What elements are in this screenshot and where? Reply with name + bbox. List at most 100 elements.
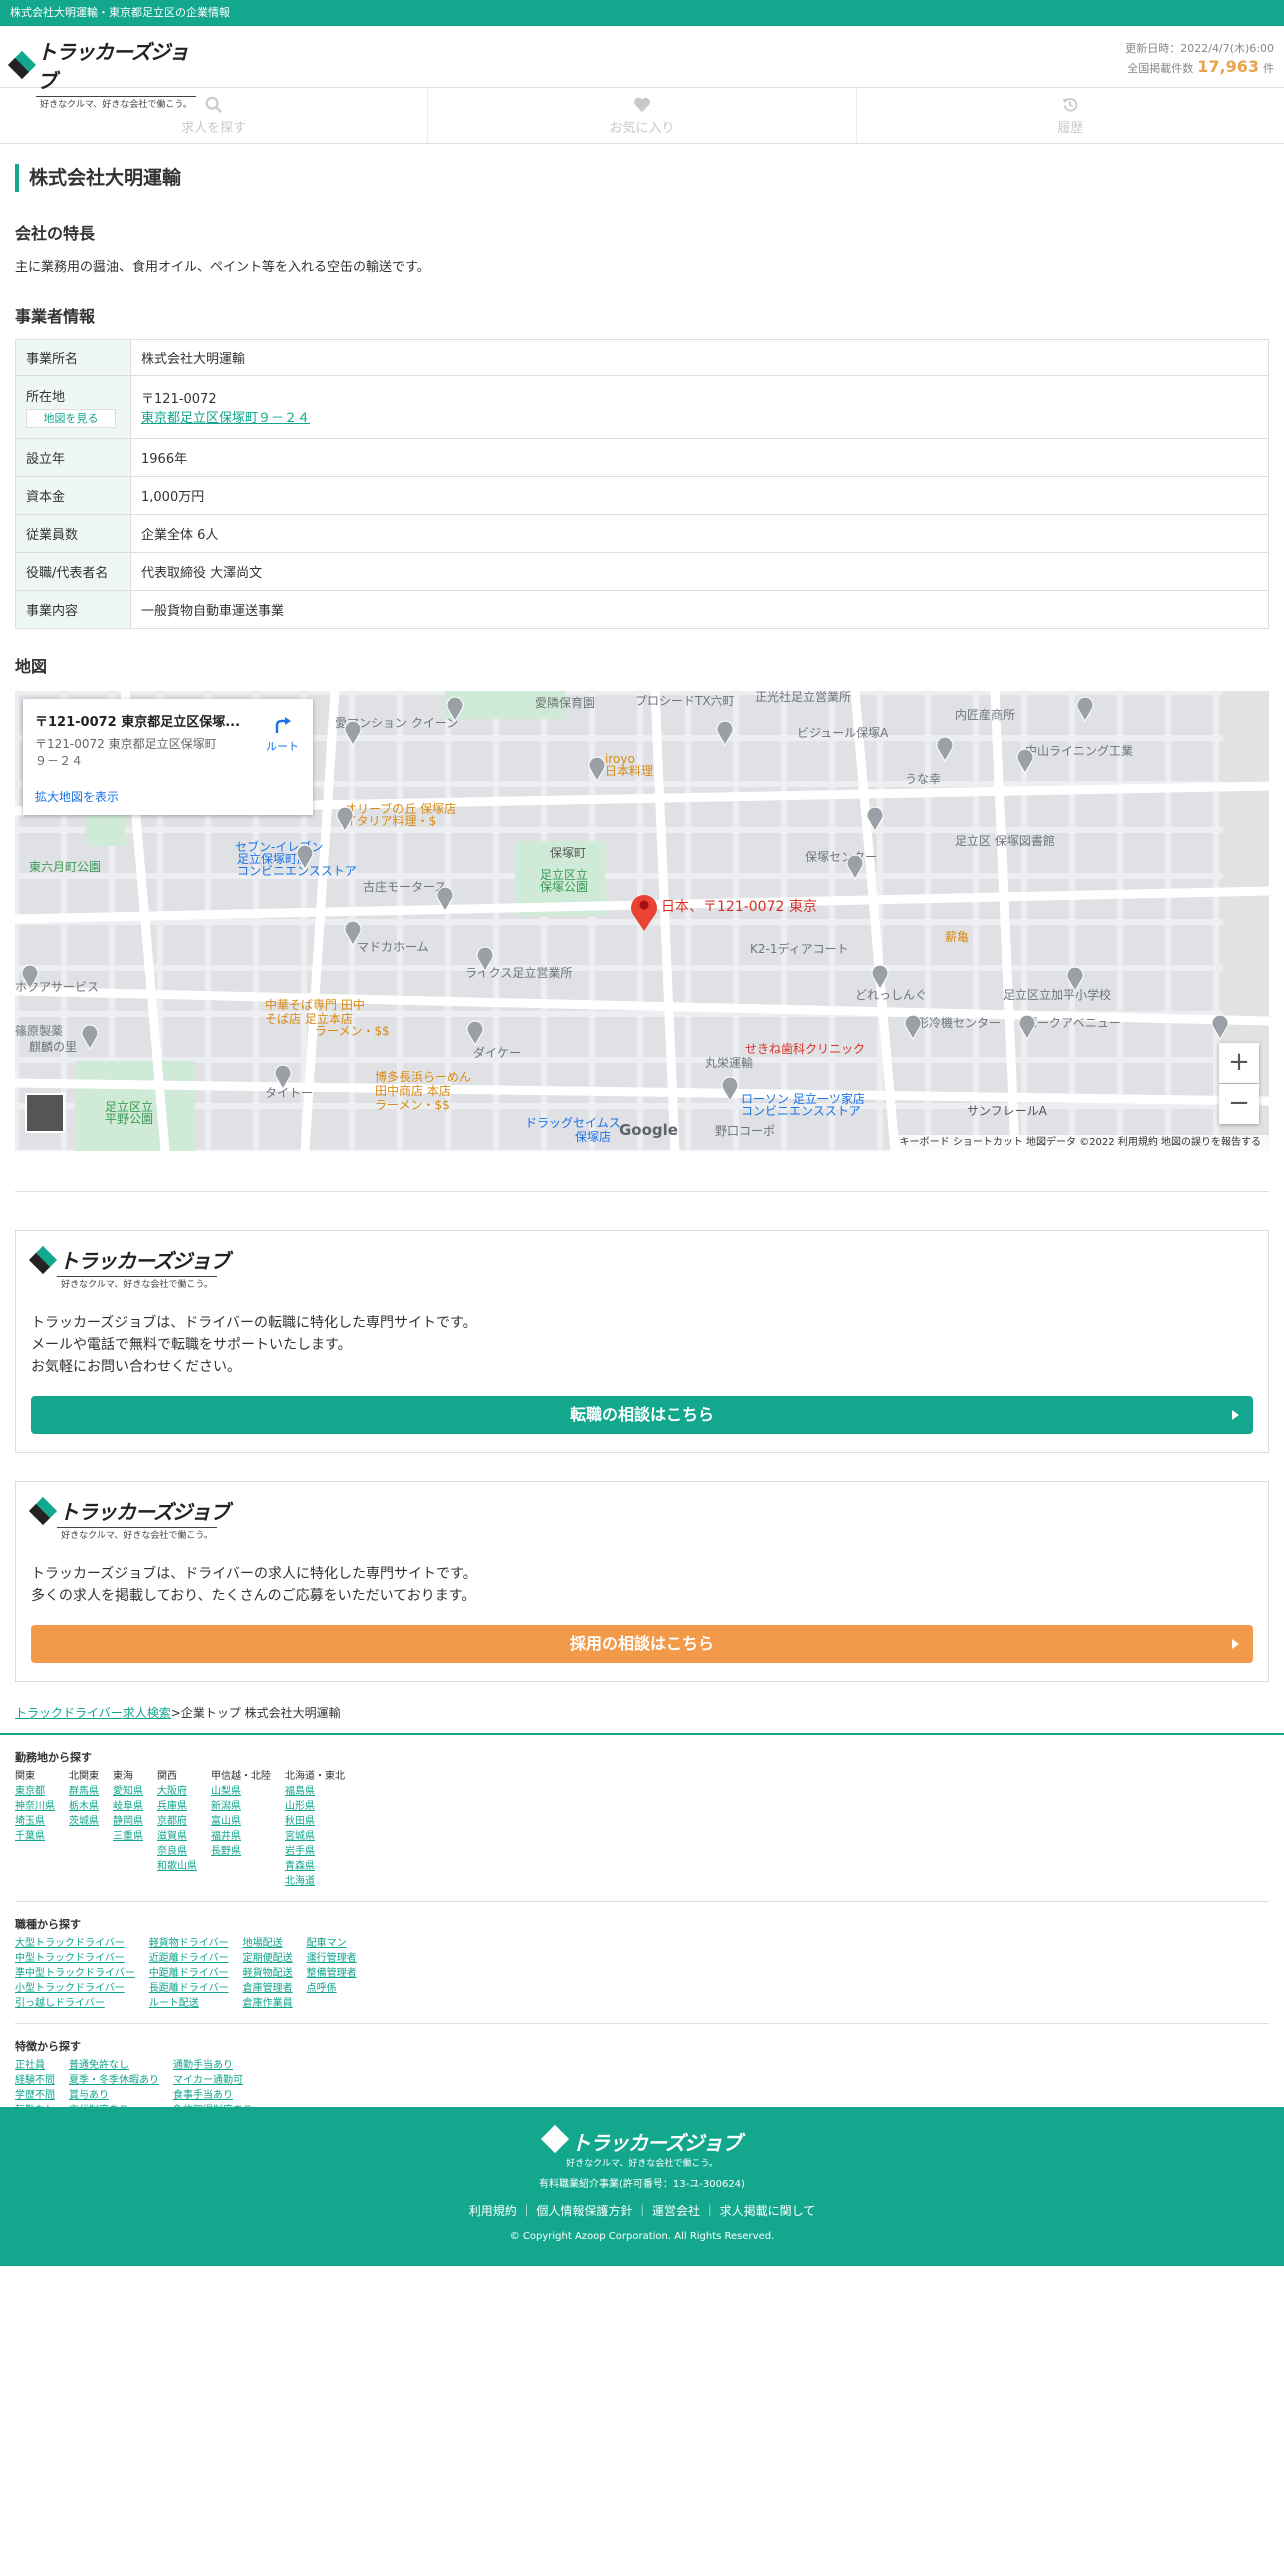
- feature-link[interactable]: マイカー通勤可: [173, 2073, 253, 2088]
- feature-link[interactable]: 学歴不問: [15, 2088, 55, 2103]
- job-link[interactable]: ルート配送: [149, 1996, 229, 2011]
- area-link[interactable]: 大阪府: [157, 1784, 197, 1799]
- area-link[interactable]: 宮城県: [285, 1829, 345, 1844]
- footer-link-posting[interactable]: 求人掲載に関して: [720, 2204, 816, 2218]
- map-route-button[interactable]: ルート: [266, 715, 299, 754]
- job-link[interactable]: 長距離ドライバー: [149, 1981, 229, 1996]
- embedded-map[interactable]: 愛隣保育園 プロシードTX六町 正光社足立営業所 内匠産商所 ビジュール保塚A 中山ライニ…: [15, 691, 1269, 1151]
- map-place-label: 丸栄運輸: [705, 1055, 753, 1070]
- info-row: 従業員数 企業全体 6人: [15, 514, 1269, 553]
- area-link[interactable]: 兵庫県: [157, 1799, 197, 1814]
- cta-recruit: トラッカーズジョブ 好きなクルマ、好きな会社で働こう。 トラッカーズジョブは、ド…: [15, 1481, 1269, 1682]
- job-link[interactable]: 倉庫管理者: [243, 1981, 293, 1996]
- top-bar-text: 株式会社大明運輸・東京都足立区の企業情報: [10, 6, 230, 19]
- feature-link[interactable]: 賞与あり: [69, 2088, 159, 2103]
- postal-code: 〒121-0072: [141, 392, 217, 407]
- area-link[interactable]: 和歌山県: [157, 1859, 197, 1874]
- feature-link[interactable]: 夏季・冬季休暇あり: [69, 2073, 159, 2088]
- site-header: トラッカーズジョブ 好きなクルマ、好きな会社で働こう。 更新日時：2022/4/…: [0, 26, 1284, 110]
- footer-link-privacy[interactable]: 個人情報保護方針: [536, 2204, 632, 2218]
- nav-history[interactable]: 履歴: [857, 88, 1284, 143]
- job-link[interactable]: 点呼係: [307, 1981, 357, 1996]
- area-link[interactable]: 岩手県: [285, 1844, 345, 1859]
- area-link[interactable]: 長野県: [211, 1844, 271, 1859]
- info-row: 事業内容 一般貨物自動車運送事業: [15, 590, 1269, 629]
- map-block: [355, 741, 397, 781]
- job-link[interactable]: 倉庫作業員: [243, 1996, 293, 2011]
- job-change-consult-button[interactable]: 転職の相談はこちら: [31, 1396, 1253, 1434]
- job-link[interactable]: 地場配送: [243, 1936, 293, 1951]
- map-block: [163, 1017, 205, 1057]
- feature-link[interactable]: 通勤手当あり: [173, 2058, 253, 2073]
- area-link[interactable]: 愛知県: [113, 1784, 143, 1799]
- site-logo[interactable]: トラッカーズジョブ 好きなクルマ、好きな会社で働こう。: [7, 36, 200, 110]
- feature-link[interactable]: 食事手当あり: [173, 2088, 253, 2103]
- area-region-label: 北関東: [69, 1771, 99, 1782]
- area-link[interactable]: 青森県: [285, 1859, 345, 1874]
- area-link[interactable]: 新潟県: [211, 1799, 271, 1814]
- job-link[interactable]: 軽貨物ドライバー: [149, 1936, 229, 1951]
- job-link[interactable]: 小型トラックドライバー: [15, 1981, 135, 1996]
- map-place-label: サンフレールA: [967, 1104, 1048, 1118]
- area-link[interactable]: 京都府: [157, 1814, 197, 1829]
- feature-link[interactable]: 正社員: [15, 2058, 55, 2073]
- job-link[interactable]: 運行管理者: [307, 1951, 357, 1966]
- info-value: 1,000万円: [130, 476, 1269, 515]
- area-link[interactable]: 千葉県: [15, 1829, 55, 1844]
- footer-link-company[interactable]: 運営会社: [652, 2204, 700, 2218]
- view-map-button[interactable]: 地図を見る: [26, 409, 116, 428]
- map-zoom-out-button[interactable]: −: [1219, 1084, 1259, 1124]
- area-link[interactable]: 山形県: [285, 1799, 345, 1814]
- area-link[interactable]: 東京都: [15, 1784, 55, 1799]
- map-place-label: マドカホーム: [357, 940, 429, 954]
- area-link[interactable]: 秋田県: [285, 1814, 345, 1829]
- features-heading: 会社の特長: [15, 224, 96, 243]
- area-search-title: 勤務地から探す: [15, 1751, 92, 1764]
- job-link[interactable]: 中型トラックドライバー: [15, 1951, 135, 1966]
- area-link[interactable]: 茨城県: [69, 1814, 99, 1829]
- footer-logo[interactable]: トラッカーズジョブ: [0, 2124, 1284, 2156]
- map-type-toggle[interactable]: [25, 1093, 65, 1133]
- area-link[interactable]: 群馬県: [69, 1784, 99, 1799]
- map-zoom-in-button[interactable]: +: [1219, 1043, 1259, 1083]
- area-link[interactable]: 栃木県: [69, 1799, 99, 1814]
- company-name: 株式会社大明運輸: [15, 164, 1269, 192]
- footer-link-terms[interactable]: 利用規約: [469, 2204, 517, 2218]
- job-link[interactable]: 整備管理者: [307, 1966, 357, 1981]
- job-link[interactable]: 軽貨物配送: [243, 1966, 293, 1981]
- footer-license: 有料職業紹介事業(許可番号：13-ユ-300624): [539, 2179, 745, 2190]
- area-link[interactable]: 静岡県: [113, 1814, 143, 1829]
- nav-favorites[interactable]: お気に入り: [428, 88, 857, 143]
- recruit-consult-button[interactable]: 採用の相談はこちら: [31, 1625, 1253, 1663]
- enlarge-map-link[interactable]: 拡大地図を表示: [35, 788, 119, 805]
- job-link[interactable]: 近距離ドライバー: [149, 1951, 229, 1966]
- area-link[interactable]: 三重県: [113, 1829, 143, 1844]
- job-link[interactable]: 大型トラックドライバー: [15, 1936, 135, 1951]
- area-link[interactable]: 福島県: [285, 1784, 345, 1799]
- map-place-label: 保塚公園: [540, 880, 588, 894]
- area-link[interactable]: 北海道: [285, 1874, 345, 1889]
- area-link[interactable]: 福井県: [211, 1829, 271, 1844]
- map-block: [355, 833, 397, 873]
- job-link[interactable]: 定期便配送: [243, 1951, 293, 1966]
- job-link[interactable]: 配車マン: [307, 1936, 357, 1951]
- logo-mark-icon: [540, 2124, 570, 2154]
- job-link[interactable]: 中距離ドライバー: [149, 1966, 229, 1981]
- job-link[interactable]: 引っ越しドライバー: [15, 1996, 135, 2011]
- features-text: 主に業務用の醤油、食用オイル、ペイント等を入れる空缶の輸送です。: [15, 260, 430, 275]
- feature-link[interactable]: 普通免許なし: [69, 2058, 159, 2073]
- address-link[interactable]: 東京都足立区保塚町９－２４: [141, 411, 310, 426]
- logo-mark-icon: [7, 50, 37, 80]
- breadcrumb-home-link[interactable]: トラックドライバー求人検索: [15, 1706, 171, 1720]
- area-link[interactable]: 神奈川県: [15, 1799, 55, 1814]
- feature-link[interactable]: 経験不問: [15, 2073, 55, 2088]
- area-link[interactable]: 奈良県: [157, 1844, 197, 1859]
- job-link[interactable]: 準中型トラックドライバー: [15, 1966, 135, 1981]
- map-location-pin-dot: [639, 900, 649, 910]
- total-count: 17,963: [1197, 57, 1259, 76]
- area-link[interactable]: 岐阜県: [113, 1799, 143, 1814]
- area-link[interactable]: 山梨県: [211, 1784, 271, 1799]
- area-link[interactable]: 埼玉県: [15, 1814, 55, 1829]
- area-link[interactable]: 富山県: [211, 1814, 271, 1829]
- area-link[interactable]: 滋賀県: [157, 1829, 197, 1844]
